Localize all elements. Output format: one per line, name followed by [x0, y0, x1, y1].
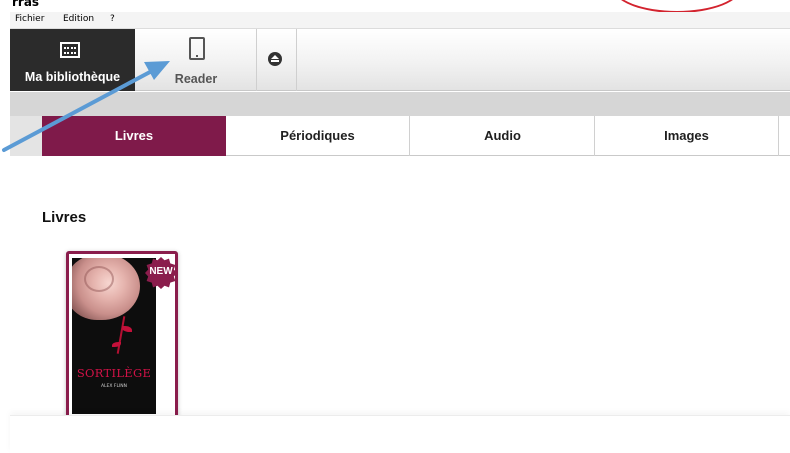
eject-button[interactable] — [257, 29, 297, 91]
book-card[interactable]: SORTILÈGE ALEX FLINN NEW — [66, 251, 178, 421]
top-strip: rras — [0, 0, 790, 13]
library-button[interactable]: Ma bibliothèque — [10, 29, 135, 91]
library-grid-icon — [60, 42, 80, 58]
tab-gutter — [10, 116, 42, 156]
menu-bar: Fichier Edition ? — [0, 12, 790, 29]
rose-illustration — [72, 258, 140, 320]
reader-button-label: Reader — [174, 72, 218, 86]
tab-images[interactable]: Images — [595, 116, 779, 156]
menu-fichier[interactable]: Fichier — [15, 13, 44, 25]
tab-livres[interactable]: Livres — [42, 116, 226, 156]
eject-icon — [268, 52, 282, 66]
library-button-label: Ma bibliothèque — [24, 70, 121, 84]
tablet-icon — [189, 37, 205, 60]
bottom-area — [10, 415, 790, 453]
tab-audio[interactable]: Audio — [411, 116, 595, 156]
reader-button[interactable]: Reader — [135, 29, 257, 91]
category-tabs: Livres Périodiques Audio Images — [10, 116, 790, 156]
book-cover-title: SORTILÈGE — [76, 366, 152, 380]
menu-help[interactable]: ? — [110, 13, 115, 25]
book-cover-author: ALEX FLINN — [100, 384, 128, 389]
content-area: Livres SORTILÈGE ALEX FLINN NEW — [10, 157, 790, 421]
toolbar-separator-band — [10, 92, 790, 116]
menu-edition[interactable]: Edition — [63, 13, 94, 25]
window-title-fragment: rras — [12, 0, 40, 9]
tab-periodiques[interactable]: Périodiques — [226, 116, 410, 156]
toolbar: Ma bibliothèque Reader — [10, 29, 790, 91]
section-title: Livres — [42, 209, 87, 226]
book-cover: SORTILÈGE ALEX FLINN — [72, 258, 156, 414]
new-badge-label: NEW — [149, 266, 173, 277]
window-left-edge — [0, 12, 10, 453]
